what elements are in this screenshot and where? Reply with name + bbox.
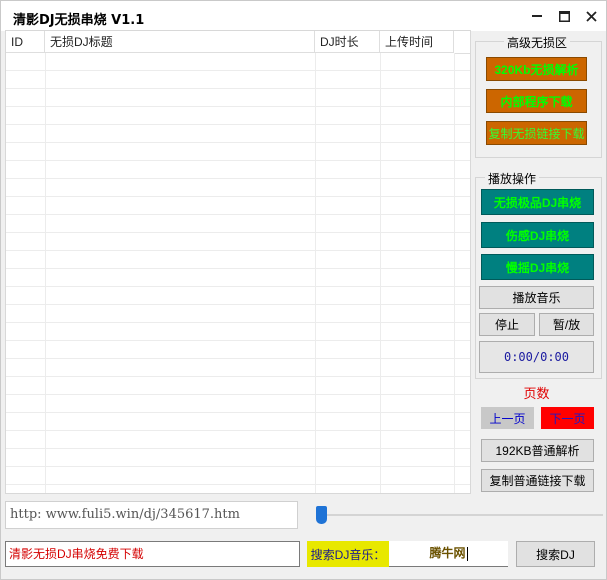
- table-row: [6, 395, 470, 413]
- internal-download-button[interactable]: 内部程序下载: [486, 89, 587, 113]
- column-divider: [454, 53, 455, 493]
- search-button[interactable]: 搜索DJ: [516, 541, 595, 567]
- app-window: 清影DJ无损串烧 V1.1 ID 无损DJ标题 DJ时长 上传时间 高级无损区 …: [0, 0, 607, 580]
- table-row: [6, 377, 470, 395]
- search-input[interactable]: 腾牛网: [389, 541, 508, 567]
- table-row: [6, 215, 470, 233]
- table-row: [6, 179, 470, 197]
- title-bar: 清影DJ无损串烧 V1.1: [1, 1, 606, 31]
- play-group-title: 播放操作: [485, 170, 540, 187]
- table-row: [6, 323, 470, 341]
- page-label: 页数: [523, 385, 550, 401]
- sad-mix-button[interactable]: 伤感DJ串烧: [481, 222, 594, 248]
- table-row: [6, 107, 470, 125]
- table-row: [6, 413, 470, 431]
- table-row: [6, 161, 470, 179]
- table-row: [6, 305, 470, 323]
- copy-lossless-link-button[interactable]: 复制无损链接下载: [486, 121, 587, 145]
- column-divider: [45, 53, 46, 493]
- close-icon: [585, 10, 597, 22]
- column-header-filler: [454, 31, 470, 54]
- table-row: [6, 53, 470, 71]
- pause-button[interactable]: 暂/放: [539, 313, 594, 336]
- column-divider: [315, 53, 316, 493]
- minimize-icon: [532, 15, 542, 17]
- song-table[interactable]: ID 无损DJ标题 DJ时长 上传时间: [5, 30, 471, 494]
- column-header-upload-time[interactable]: 上传时间: [380, 31, 454, 53]
- table-row: [6, 251, 470, 269]
- table-row: [6, 341, 470, 359]
- table-row: [6, 449, 470, 467]
- window-title: 清影DJ无损串烧 V1.1: [13, 13, 145, 28]
- minimize-button[interactable]: [522, 5, 552, 27]
- maximize-button[interactable]: [549, 5, 579, 27]
- column-header-title[interactable]: 无损DJ标题: [45, 31, 315, 53]
- play-music-button[interactable]: 播放音乐: [479, 286, 594, 309]
- table-row: [6, 359, 470, 377]
- table-row: [6, 71, 470, 89]
- table-row: [6, 431, 470, 449]
- table-row: [6, 287, 470, 305]
- info-text-field[interactable]: 清影无损DJ串烧免费下载: [5, 541, 300, 567]
- column-header-duration[interactable]: DJ时长: [315, 31, 380, 53]
- table-row: [6, 125, 470, 143]
- next-page-button[interactable]: 下一页: [541, 407, 594, 429]
- lossless-group-title: 高级无损区: [504, 34, 571, 51]
- table-row: [6, 197, 470, 215]
- search-input-value: 腾牛网: [429, 546, 466, 560]
- slow-mix-button[interactable]: 慢摇DJ串烧: [481, 254, 594, 280]
- column-header-id[interactable]: ID: [6, 31, 45, 53]
- table-row: [6, 233, 470, 251]
- table-row: [6, 485, 470, 493]
- table-row: [6, 143, 470, 161]
- column-divider: [380, 53, 381, 493]
- prev-page-button[interactable]: 上一页: [481, 407, 534, 429]
- table-row: [6, 467, 470, 485]
- search-label: 搜索DJ音乐：: [307, 541, 389, 567]
- url-field[interactable]: http: www.fuli5.win/dj/345617.htm: [5, 501, 298, 529]
- bottom-edge: [1, 575, 606, 579]
- progress-slider-track[interactable]: [319, 514, 603, 516]
- lossless-320kb-button[interactable]: 320Kb无损解析: [486, 57, 587, 81]
- time-display: 0:00/0:00: [479, 341, 594, 373]
- table-row: [6, 89, 470, 107]
- text-cursor: [466, 546, 468, 561]
- table-row: [6, 269, 470, 287]
- maximize-icon: [558, 10, 570, 22]
- copy-normal-link-button[interactable]: 复制普通链接下载: [481, 469, 594, 492]
- parse-192kb-button[interactable]: 192KB普通解析: [481, 439, 594, 462]
- progress-slider-thumb[interactable]: [316, 506, 327, 524]
- stop-button[interactable]: 停止: [479, 313, 535, 336]
- lossless-mix-button[interactable]: 无损极品DJ串烧: [481, 189, 594, 215]
- close-button[interactable]: [576, 5, 606, 27]
